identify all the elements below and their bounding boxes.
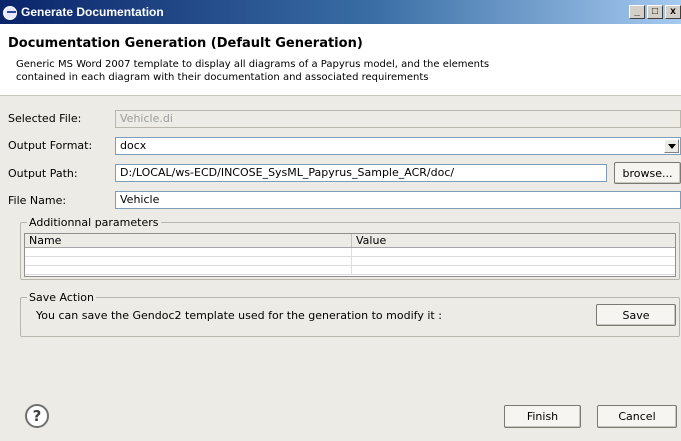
selected-file-label: Selected File: xyxy=(8,112,82,125)
chevron-down-icon[interactable] xyxy=(664,139,679,153)
save-button[interactable]: Save xyxy=(596,304,676,326)
file-name-label: File Name: xyxy=(8,194,67,207)
close-button[interactable]: x xyxy=(665,5,681,19)
table-row[interactable] xyxy=(25,248,675,257)
page-description: Generic MS Word 2007 template to display… xyxy=(16,58,616,84)
header-banner: Documentation Generation (Default Genera… xyxy=(0,24,681,96)
output-format-value: docx xyxy=(120,139,147,152)
file-name-input[interactable]: Vehicle xyxy=(115,191,681,209)
description-line-1: Generic MS Word 2007 template to display… xyxy=(16,59,490,70)
minimize-button[interactable]: _ xyxy=(629,5,645,19)
additional-parameters-group: Additionnal parameters Name Value xyxy=(20,216,680,280)
column-header-value[interactable]: Value xyxy=(352,234,675,247)
title-bar[interactable]: Generate Documentation _ □ x xyxy=(0,0,681,24)
maximize-button[interactable]: □ xyxy=(647,5,663,19)
parameters-table[interactable]: Name Value xyxy=(24,233,676,277)
eclipse-icon xyxy=(3,6,17,20)
column-header-name[interactable]: Name xyxy=(25,234,352,247)
table-header: Name Value xyxy=(25,234,675,248)
output-format-label: Output Format: xyxy=(8,139,93,152)
output-path-input[interactable]: D:/LOCAL/ws-ECD/INCOSE_SysML_Papyrus_Sam… xyxy=(115,164,607,182)
save-action-group: Save Action You can save the Gendoc2 tem… xyxy=(20,291,680,337)
description-line-2: contained in each diagram with their doc… xyxy=(16,72,429,83)
window-title: Generate Documentation xyxy=(21,5,164,19)
cancel-button[interactable]: Cancel xyxy=(597,405,677,428)
selected-file-field: Vehicle.di xyxy=(115,110,681,128)
browse-button[interactable]: browse... xyxy=(614,162,681,184)
output-path-label: Output Path: xyxy=(8,167,78,180)
output-format-select[interactable]: docx xyxy=(115,137,681,155)
additional-parameters-legend: Additionnal parameters xyxy=(27,216,161,229)
save-action-legend: Save Action xyxy=(27,291,96,304)
help-icon[interactable]: ? xyxy=(25,404,49,428)
table-row[interactable] xyxy=(25,257,675,266)
window-controls: _ □ x xyxy=(627,5,681,19)
page-title: Documentation Generation (Default Genera… xyxy=(8,36,363,51)
finish-button[interactable]: Finish xyxy=(504,405,581,428)
dialog-window: Generate Documentation _ □ x Documentati… xyxy=(0,0,681,441)
save-action-text: You can save the Gendoc2 template used f… xyxy=(36,309,442,322)
table-row[interactable] xyxy=(25,266,675,275)
